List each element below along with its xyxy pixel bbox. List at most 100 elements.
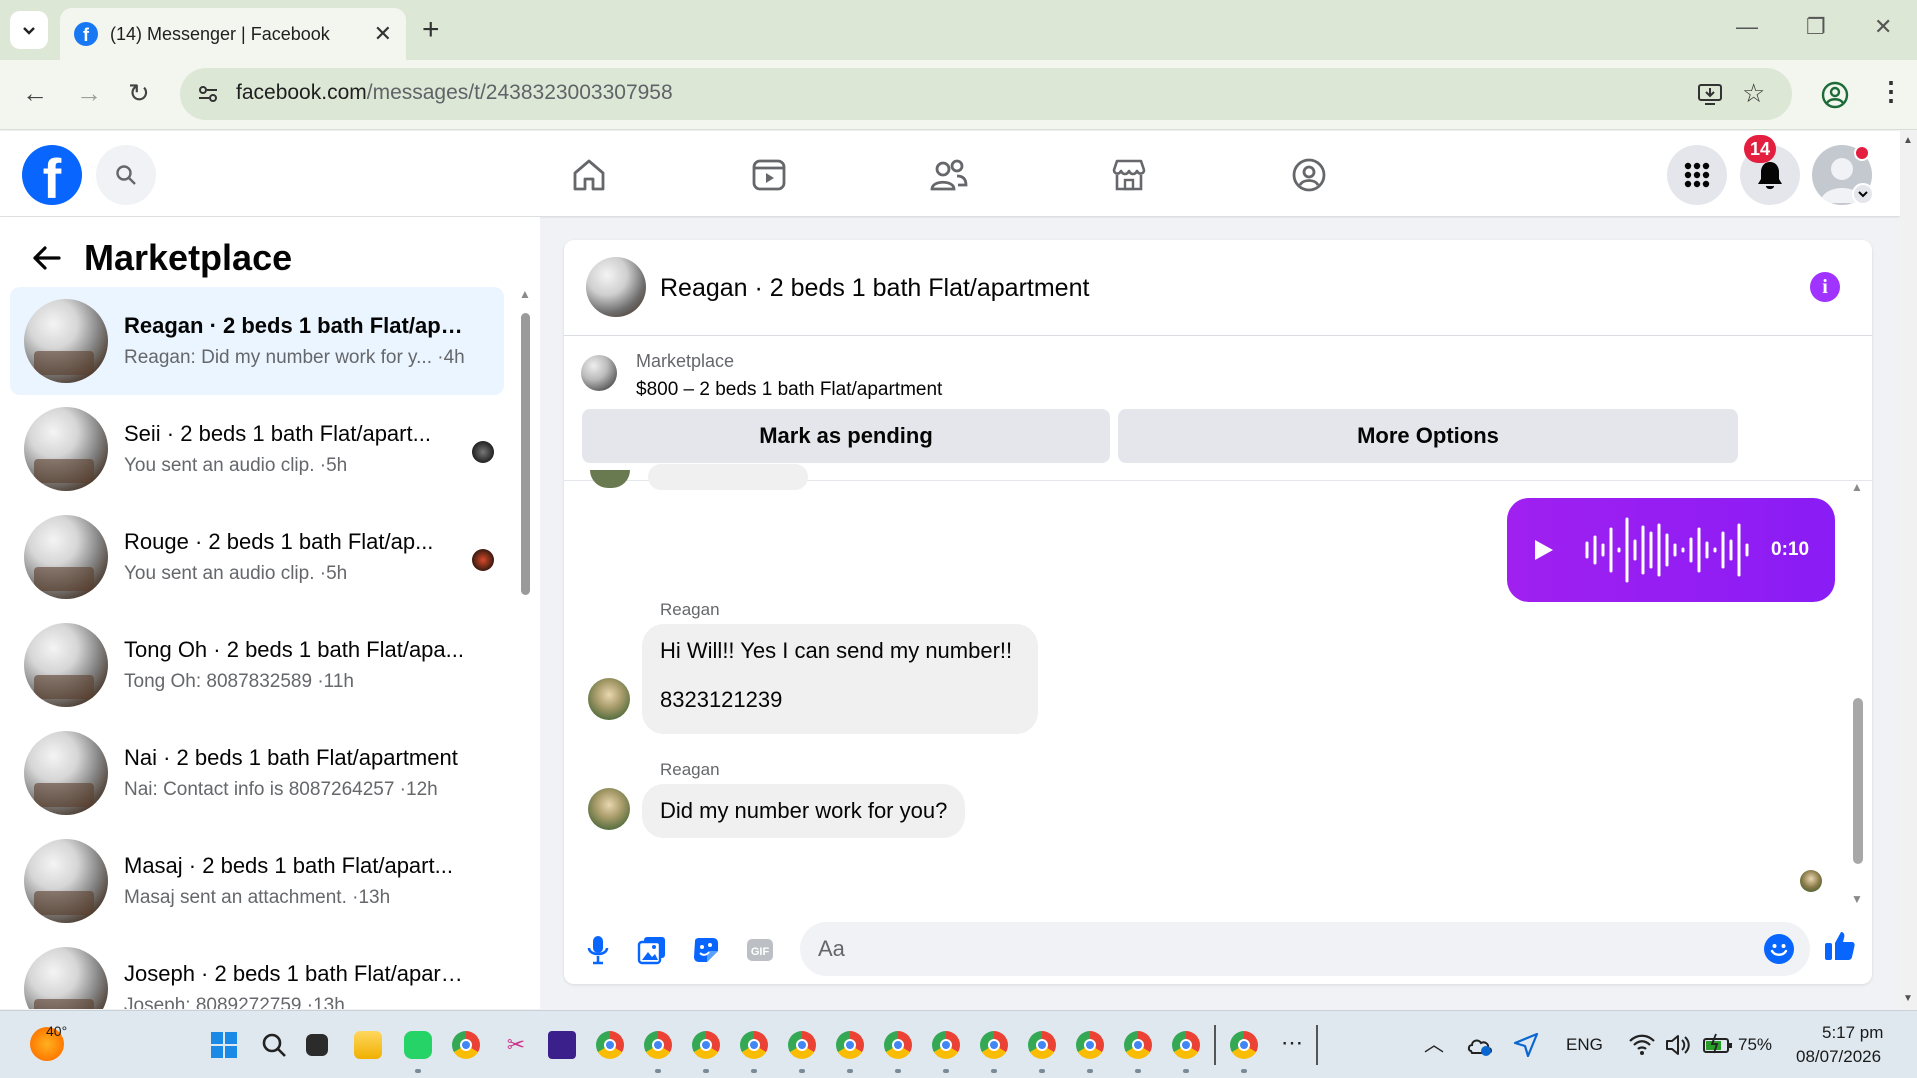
clock-time[interactable]: 5:17 pm xyxy=(1822,1023,1883,1043)
chrome-profile-icon[interactable] xyxy=(644,1031,672,1059)
location-icon[interactable] xyxy=(1512,1031,1540,1059)
new-tab-button[interactable]: + xyxy=(422,12,440,48)
sender-avatar[interactable] xyxy=(588,678,630,720)
onedrive-icon[interactable] xyxy=(1466,1031,1494,1059)
like-thumb-icon[interactable] xyxy=(1822,928,1858,964)
scroll-down-arrow-icon[interactable]: ▼ xyxy=(1903,993,1913,1004)
install-app-icon[interactable] xyxy=(1696,80,1724,113)
conversation-item[interactable]: Tong Oh · 2 beds 1 bath Flat/apa... Tong… xyxy=(10,611,504,719)
chrome-profile-icon[interactable] xyxy=(1124,1031,1152,1059)
facebook-logo[interactable]: f xyxy=(22,145,82,205)
bookmark-star-icon[interactable]: ☆ xyxy=(1742,78,1765,109)
scroll-up-arrow-icon[interactable]: ▲ xyxy=(519,287,531,301)
browser-tab[interactable]: f (14) Messenger | Facebook ✕ xyxy=(60,8,406,60)
chrome-profile-icon[interactable] xyxy=(740,1031,768,1059)
conversation-item[interactable]: Masaj · 2 beds 1 bath Flat/apart... Masa… xyxy=(10,827,504,935)
wifi-icon[interactable] xyxy=(1628,1031,1656,1059)
browser-menu-icon[interactable]: ⋮ xyxy=(1878,76,1904,107)
conversation-item[interactable]: Reagan · 2 beds 1 bath Flat/apar... Reag… xyxy=(10,287,504,395)
task-view-icon[interactable] xyxy=(306,1034,328,1056)
home-nav-icon[interactable] xyxy=(565,151,613,199)
tab-search-button[interactable] xyxy=(10,11,48,49)
sticker-icon[interactable] xyxy=(688,932,724,968)
address-bar[interactable]: facebook.com/messages/t/2438323003307958… xyxy=(180,68,1792,120)
info-icon[interactable]: i xyxy=(1810,272,1840,302)
running-indicator xyxy=(751,1069,757,1073)
snipping-tool-icon[interactable]: ✂ xyxy=(502,1031,530,1059)
gif-icon[interactable]: GIF xyxy=(742,932,778,968)
scroll-down-arrow-icon[interactable]: ▼ xyxy=(1851,892,1863,906)
facebook-search-button[interactable] xyxy=(96,145,156,205)
menu-grid-button[interactable] xyxy=(1667,145,1727,205)
friends-nav-icon[interactable] xyxy=(925,151,973,199)
show-hidden-icons-chevron-icon[interactable]: ︿ xyxy=(1420,1031,1448,1059)
chrome-profile-icon[interactable] xyxy=(788,1031,816,1059)
clock-date[interactable]: 08/07/2026 xyxy=(1796,1047,1881,1067)
listing-title[interactable]: $800 – 2 beds 1 bath Flat/apartment xyxy=(636,379,942,401)
message-input[interactable] xyxy=(800,922,1810,976)
chrome-profile-icon[interactable] xyxy=(980,1031,1008,1059)
windows-start-icon[interactable] xyxy=(210,1031,238,1059)
incoming-message-bubble[interactable]: Hi Will!! Yes I can send my number!! 832… xyxy=(642,624,1038,734)
message-scrollbar[interactable]: ▲ ▼ xyxy=(1850,480,1866,920)
mark-as-pending-button[interactable]: Mark as pending xyxy=(582,409,1110,463)
account-chevron-icon[interactable] xyxy=(1852,183,1874,205)
app-icon[interactable] xyxy=(548,1031,576,1059)
page-scrollbar[interactable]: ▲ ▼ xyxy=(1900,131,1917,1009)
reload-icon[interactable]: ↻ xyxy=(128,78,150,108)
conversation-item[interactable]: Joseph · 2 beds 1 bath Flat/apart... Jos… xyxy=(10,935,504,1009)
conversation-list-scrollbar[interactable]: ▲ ▼ xyxy=(518,287,532,1009)
search-icon[interactable] xyxy=(260,1031,288,1059)
chrome-profile-icon[interactable] xyxy=(1076,1031,1104,1059)
chrome-profile-icon[interactable] xyxy=(1028,1031,1056,1059)
chat-avatar[interactable] xyxy=(586,257,646,317)
minimize-icon[interactable]: — xyxy=(1736,14,1758,40)
more-options-button[interactable]: More Options xyxy=(1118,409,1738,463)
scroll-up-arrow-icon[interactable]: ▲ xyxy=(1851,480,1863,494)
microphone-icon[interactable] xyxy=(580,932,616,968)
tab-close-icon[interactable]: ✕ xyxy=(374,21,392,47)
chrome-profile-icon[interactable] xyxy=(1230,1031,1258,1059)
chrome-profile-icon[interactable] xyxy=(1172,1031,1200,1059)
site-settings-icon[interactable] xyxy=(194,80,222,108)
forward-icon[interactable]: → xyxy=(76,78,102,108)
chrome-icon[interactable] xyxy=(596,1031,624,1059)
profile-icon[interactable] xyxy=(1820,80,1850,115)
photo-icon[interactable] xyxy=(634,932,670,968)
chrome-profile-icon[interactable] xyxy=(932,1031,960,1059)
sender-avatar[interactable] xyxy=(588,788,630,830)
chrome-icon[interactable] xyxy=(452,1031,480,1059)
volume-icon[interactable] xyxy=(1664,1031,1692,1059)
marketplace-nav-icon[interactable] xyxy=(1105,151,1153,199)
back-arrow-icon[interactable] xyxy=(28,240,64,276)
weather-temperature: 40° xyxy=(46,1023,68,1039)
chrome-profile-icon[interactable] xyxy=(836,1031,864,1059)
battery-charging-icon[interactable] xyxy=(1702,1031,1732,1059)
back-icon[interactable]: ← xyxy=(22,78,48,108)
gaming-nav-icon[interactable] xyxy=(1285,151,1333,199)
window-close-icon[interactable]: ✕ xyxy=(1874,14,1892,40)
chat-title[interactable]: Reagan · 2 beds 1 bath Flat/apartment xyxy=(660,274,1089,303)
play-icon[interactable] xyxy=(1535,540,1553,560)
video-nav-icon[interactable] xyxy=(745,151,793,199)
conversation-name: Rouge · 2 beds 1 bath Flat/ap... xyxy=(124,529,434,554)
chrome-profile-icon[interactable] xyxy=(884,1031,912,1059)
emoji-icon[interactable] xyxy=(1764,934,1794,964)
chrome-profile-icon[interactable] xyxy=(692,1031,720,1059)
listing-thumbnail[interactable] xyxy=(581,355,617,391)
more-apps-icon[interactable]: ⋯ xyxy=(1278,1031,1306,1059)
restore-icon[interactable]: ❐ xyxy=(1806,14,1826,40)
chevron-down-icon xyxy=(23,27,35,35)
conversation-item[interactable]: Nai · 2 beds 1 bath Flat/apartment Nai: … xyxy=(10,719,504,827)
conversation-item[interactable]: Seii · 2 beds 1 bath Flat/apart... You s… xyxy=(10,395,504,503)
conversation-item[interactable]: Rouge · 2 beds 1 bath Flat/ap... You sen… xyxy=(10,503,504,611)
language-indicator[interactable]: ENG xyxy=(1566,1035,1603,1055)
audio-message[interactable]: 0:10 xyxy=(1507,498,1835,602)
scrollbar-thumb[interactable] xyxy=(1853,698,1863,864)
file-explorer-icon[interactable] xyxy=(354,1031,382,1059)
scroll-down-arrow-icon[interactable]: ▼ xyxy=(519,1007,531,1009)
incoming-message-bubble[interactable]: Did my number work for you? xyxy=(642,784,966,838)
whatsapp-icon[interactable] xyxy=(404,1031,432,1059)
scroll-up-arrow-icon[interactable]: ▲ xyxy=(1903,135,1913,146)
scrollbar-thumb[interactable] xyxy=(521,313,530,595)
